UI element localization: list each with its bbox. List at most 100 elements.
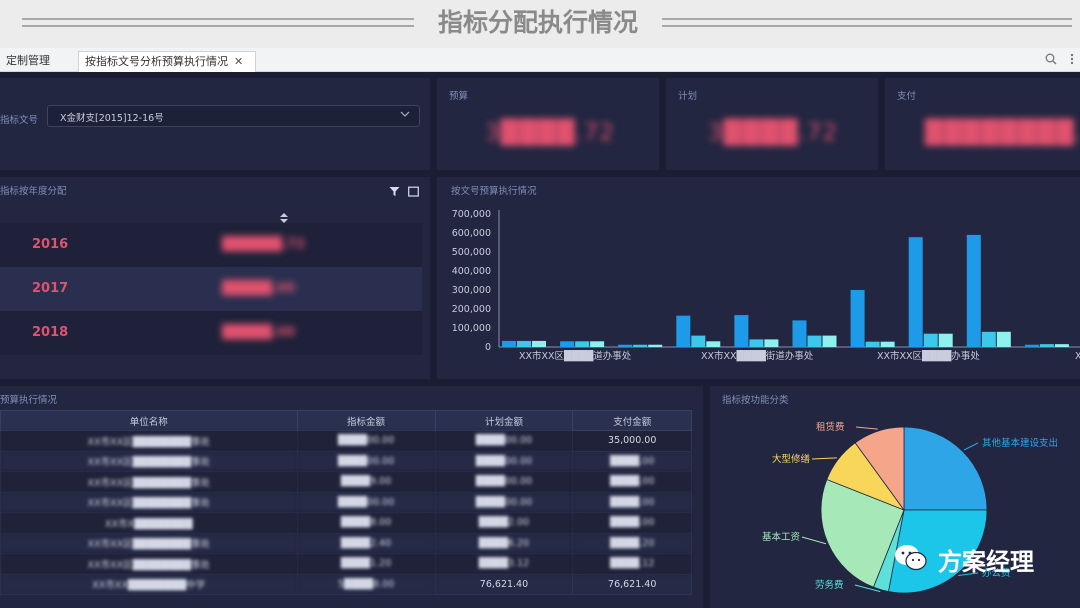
tab-label: 按指标文号分析预算执行情况 — [85, 55, 228, 68]
kpi-value: ████████.12 — [925, 120, 1080, 146]
y-tick-label: 700,000 — [452, 209, 491, 220]
pie-label: 基本工资 — [762, 531, 801, 543]
table-row[interactable]: XX市XX区████████事处 ████1.20 ████3.12 ████.12 — [0, 553, 692, 575]
tab-bar: 定制管理 按指标文号分析预算执行情况 ✕ — [0, 48, 1080, 72]
panel-title: 预算执行情况 — [0, 395, 58, 406]
bar — [822, 335, 837, 347]
table-row[interactable]: 2017 █████.00 — [0, 267, 422, 311]
column-header[interactable]: 计划金额 — [434, 410, 574, 431]
table-cell: ████.20 — [572, 532, 692, 554]
pie-label: 大型修缮 — [772, 453, 811, 465]
page-title: 指标分配执行情况 — [437, 8, 638, 37]
pie-leader-line — [963, 442, 979, 451]
bar — [1039, 344, 1054, 347]
x-tick-label: XX市XX区████道办事处 — [519, 350, 632, 362]
tab-budget-analysis[interactable]: 按指标文号分析预算执行情况 ✕ — [78, 51, 256, 72]
chevron-down-icon — [400, 109, 410, 122]
pie-label: 租赁费 — [816, 421, 845, 433]
close-icon[interactable]: ✕ — [234, 55, 243, 68]
table-cell: ████.00 — [572, 512, 692, 534]
bar — [807, 335, 822, 347]
column-header[interactable]: 指标金额 — [296, 410, 436, 431]
bar — [517, 340, 531, 347]
bar — [938, 333, 953, 347]
bar — [966, 234, 981, 347]
table-cell: XX市XX区████████事处 — [0, 450, 298, 472]
kpi-label: 预算 — [449, 91, 469, 102]
table-row[interactable]: 2016 ██████.72 — [0, 223, 422, 267]
bar — [706, 341, 721, 347]
amount-cell: █████.00 — [222, 325, 296, 340]
table-cell: ████00.00 — [434, 450, 574, 472]
document-number-select[interactable]: X金财支[2015]12-16号 — [47, 105, 420, 127]
table-cell: XX市XX区████████事处 — [0, 430, 298, 452]
y-tick-label: 300,000 — [452, 285, 491, 296]
search-icon[interactable] — [1045, 53, 1057, 68]
watermark-text: 方案经理 — [938, 548, 1034, 576]
table-row[interactable]: XX市XX区████████事处 ████00.00 ████00.00 ████.0… — [0, 450, 692, 472]
table-cell: 35,000.00 — [572, 430, 692, 452]
year-cell: 2018 — [32, 325, 69, 340]
bar — [865, 341, 880, 347]
pie-leader-line — [811, 457, 837, 460]
bar — [981, 331, 996, 347]
bar — [502, 340, 516, 347]
bar — [850, 290, 865, 347]
table-cell: ████00.00 — [296, 450, 436, 472]
filter-icon[interactable] — [389, 182, 400, 201]
bar — [996, 331, 1011, 347]
maximize-icon[interactable] — [408, 182, 419, 201]
kpi-value: 3████.72 — [708, 120, 838, 146]
table-row[interactable]: XX市XX区████████事处 ████00.00 ████00.00 35,000… — [0, 430, 692, 452]
table-cell: ████6.20 — [434, 532, 574, 554]
kpi-label: 支付 — [897, 91, 917, 102]
kpi-payment: 支付 ████████.12 — [885, 78, 1080, 170]
table-cell: XX市XX区████████事处 — [0, 532, 298, 554]
bar — [532, 340, 546, 347]
table-cell: XX市XX区████████事处 — [0, 491, 298, 513]
wechat-icon — [894, 544, 928, 576]
bar — [633, 344, 648, 347]
table-cell: ████2.40 — [296, 532, 436, 554]
column-header[interactable]: 单位名称 — [0, 410, 298, 431]
table-row[interactable]: XX市XX区████████事处 ████2.40 ████6.20 ████.20 — [0, 532, 692, 554]
table-cell: XX市XX区████████事处 — [0, 553, 298, 575]
tab-custom-management[interactable]: 定制管理 — [0, 51, 56, 72]
table-cell: ████00.00 — [434, 491, 574, 513]
table-cell: ████.00 — [572, 491, 692, 513]
table-cell: 76,621.40 — [572, 573, 692, 595]
x-tick-label: XX市XX区████办事处 — [877, 350, 980, 362]
execution-table: 单位名称 指标金额 计划金额 支付金额 XX市XX区████████事处 ████00.… — [0, 410, 692, 595]
table-cell: ████.00 — [572, 450, 692, 472]
table-row[interactable]: XX市XX████████中学 5████8.00 76,621.40 76,621.… — [0, 573, 692, 595]
table-cell: ████9.00 — [296, 471, 436, 493]
banner-rule-right — [662, 18, 1072, 27]
year-cell: 2016 — [32, 237, 69, 252]
table-row[interactable]: XX市XX区████████事处 ████00.00 ████00.00 ████.0… — [0, 491, 692, 513]
pie-label: 劳务费 — [815, 579, 844, 591]
more-icon[interactable] — [1070, 53, 1074, 68]
bar — [691, 335, 706, 347]
table-cell: ████00.00 — [296, 430, 436, 452]
page-banner: 指标分配执行情况 — [0, 0, 1080, 48]
tab-label: 定制管理 — [6, 54, 50, 67]
pie-leader-line — [855, 426, 878, 430]
table-row[interactable]: XX市X████████ ████8.00 ████2.00 ████.00 — [0, 512, 692, 534]
column-header[interactable]: 支付金额 — [572, 410, 692, 431]
table-cell: ████1.20 — [296, 553, 436, 575]
bar — [676, 315, 691, 347]
table-cell: ████2.00 — [434, 512, 574, 534]
table-cell: ████00.00 — [296, 491, 436, 513]
table-row[interactable]: XX市XX区████████事处 ████9.00 ████00.00 ████.00 — [0, 471, 692, 493]
bar — [764, 339, 779, 347]
pie-leader-line — [801, 536, 827, 545]
x-tick-label: XX市X — [1075, 350, 1080, 362]
table-cell: ████00.00 — [434, 430, 574, 452]
bar-chart-panel: 按文号预算执行情况 0 100,000 200,000 300,000 400,000 5… — [437, 177, 1080, 379]
bar — [618, 344, 633, 347]
select-value: X金财支[2015]12-16号 — [60, 113, 164, 124]
bar — [734, 315, 749, 347]
x-tick-label: XX市XX████街道办事处 — [701, 350, 814, 362]
filter-label: 指标文号 — [0, 115, 39, 126]
table-row[interactable]: 2018 █████.00 — [0, 311, 422, 355]
